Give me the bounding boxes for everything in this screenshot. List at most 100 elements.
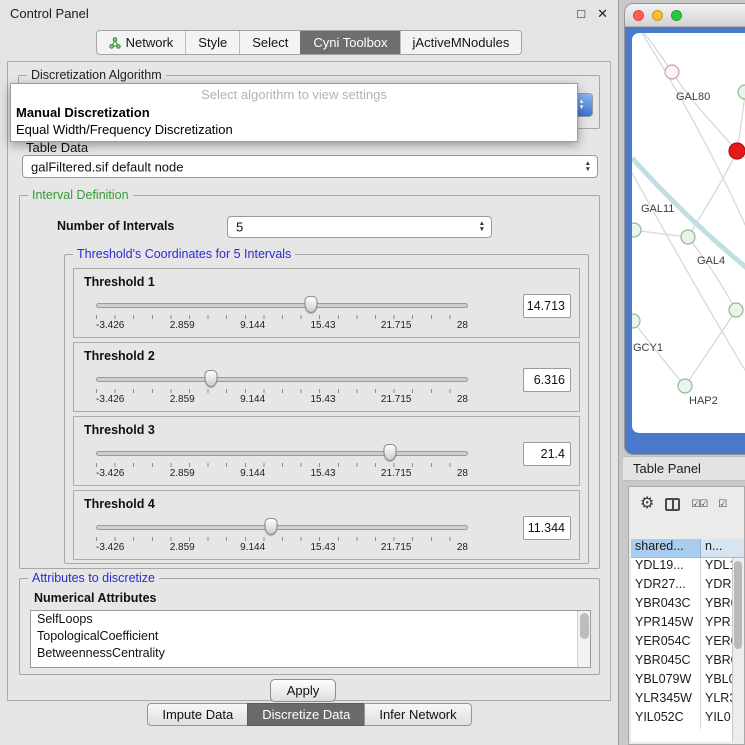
threshold-label: Threshold 1 [84, 275, 155, 289]
table-cell[interactable]: YDR27... [631, 577, 701, 596]
network-node[interactable] [632, 314, 640, 328]
threshold-4-value-input[interactable] [523, 516, 571, 540]
tab-jactivemnodules[interactable]: jActiveMNodules [400, 31, 522, 54]
select-columns-icon[interactable] [665, 498, 680, 511]
slider-ticks [96, 463, 468, 467]
network-icon [109, 37, 121, 49]
number-of-intervals-select[interactable]: 5 ▲▼ [227, 216, 492, 238]
float-window-icon[interactable]: □ [577, 7, 585, 20]
threshold-1-value-input[interactable] [523, 294, 571, 318]
slider-scale: -3.426 2.859 9.144 15.43 21.715 28 [96, 468, 468, 479]
list-item[interactable]: SelfLoops [31, 611, 590, 628]
list-scrollbar[interactable] [577, 611, 590, 667]
threshold-3-slider[interactable]: -3.426 2.859 9.144 15.43 21.715 28 [96, 444, 468, 482]
node-label: GAL11 [641, 203, 674, 215]
scale-label: 21.715 [381, 468, 412, 479]
tab-cyni-toolbox[interactable]: Cyni Toolbox [300, 31, 399, 54]
slider-ticks [96, 537, 468, 541]
tab-impute-data[interactable]: Impute Data [147, 703, 248, 726]
select-all-rows-icon[interactable]: ☑☑ [691, 499, 707, 510]
table-cell[interactable]: YBR043C [631, 596, 701, 615]
scale-label: 21.715 [381, 394, 412, 405]
table-data-select[interactable]: galFiltered.sif default node ▲▼ [22, 155, 598, 178]
tab-label: Cyni Toolbox [313, 35, 387, 50]
table-row[interactable]: YER054CYER0 [631, 634, 744, 653]
number-of-intervals-value: 5 [236, 220, 243, 235]
combo-arrows-icon: ▲▼ [578, 99, 584, 111]
list-item[interactable]: BetweennessCentrality [31, 645, 590, 662]
threshold-3-value-input[interactable] [523, 442, 571, 466]
table-row[interactable]: YIL052CYIL0 [631, 710, 744, 729]
numerical-attributes-label: Numerical Attributes [34, 591, 156, 605]
network-node[interactable] [632, 223, 641, 237]
tab-infer-network[interactable]: Infer Network [364, 703, 471, 726]
slider-scale: -3.426 2.859 9.144 15.43 21.715 28 [96, 542, 468, 553]
table-cell[interactable]: YIL052C [631, 710, 701, 729]
table-cell[interactable]: YLR345W [631, 691, 701, 710]
scale-label: 21.715 [381, 542, 412, 553]
scale-label: 28 [457, 320, 468, 331]
table-row[interactable]: YPR145WYPR1 [631, 615, 744, 634]
selected-network-node[interactable] [729, 143, 745, 159]
tab-network[interactable]: Network [97, 31, 186, 54]
scale-label: 2.859 [170, 394, 195, 405]
combo-arrows-icon[interactable]: ▲▼ [479, 221, 485, 233]
threshold-4-slider[interactable]: -3.426 2.859 9.144 15.43 21.715 28 [96, 518, 468, 556]
table-cell[interactable]: YER054C [631, 634, 701, 653]
tab-label: jActiveMNodules [413, 35, 510, 50]
combo-arrows-icon[interactable]: ▲▼ [585, 161, 591, 173]
threshold-2-slider[interactable]: -3.426 2.859 9.144 15.43 21.715 28 [96, 370, 468, 408]
close-traffic-light-icon[interactable] [633, 10, 644, 21]
group-title: Interval Definition [28, 188, 133, 202]
scrollbar-thumb[interactable] [580, 613, 589, 639]
network-canvas[interactable]: GAL80 GAL11 GAL4 GCY1 HAP2 [632, 33, 745, 433]
dropdown-option-equal-width-frequency[interactable]: Equal Width/Frequency Discretization [11, 121, 577, 138]
column-header-name[interactable]: n... [701, 539, 744, 558]
scale-label: 15.43 [311, 542, 336, 553]
table-row[interactable]: YLR345WYLR3 [631, 691, 744, 710]
slider-thumb[interactable] [383, 444, 396, 461]
deselect-rows-icon[interactable]: ☑ [718, 499, 726, 510]
tab-select[interactable]: Select [239, 31, 300, 54]
network-node[interactable] [665, 65, 679, 79]
tab-style[interactable]: Style [185, 31, 239, 54]
algorithm-dropdown-popup: Select algorithm to view settings Manual… [10, 83, 578, 142]
table-row[interactable]: YBR045CYBR0 [631, 653, 744, 672]
network-node[interactable] [738, 85, 745, 99]
close-window-icon[interactable]: ✕ [597, 7, 608, 20]
slider-thumb[interactable] [264, 518, 277, 535]
dropdown-option-manual-discretization[interactable]: Manual Discretization [11, 104, 577, 121]
slider-thumb[interactable] [205, 370, 218, 387]
table-scrollbar[interactable] [732, 558, 744, 742]
minimize-traffic-light-icon[interactable] [652, 10, 663, 21]
table-cell[interactable]: YBR045C [631, 653, 701, 672]
threshold-1-slider[interactable]: -3.426 2.859 9.144 15.43 21.715 28 [96, 296, 468, 334]
slider-track [96, 377, 468, 382]
slider-ticks [96, 315, 468, 319]
zoom-traffic-light-icon[interactable] [671, 10, 682, 21]
scale-label: 15.43 [311, 320, 336, 331]
network-node[interactable] [729, 303, 743, 317]
table-row[interactable]: YDL19...YDL1 [631, 558, 744, 577]
table-cell[interactable]: YDL19... [631, 558, 701, 577]
slider-thumb[interactable] [304, 296, 317, 313]
tab-discretize-data[interactable]: Discretize Data [247, 703, 365, 726]
threshold-label: Threshold 4 [84, 497, 155, 511]
table-row[interactable]: YBR043CYBR0 [631, 596, 744, 615]
tab-label: Style [198, 35, 227, 50]
settings-gear-icon[interactable]: ⚙ [640, 496, 654, 512]
scale-label: 2.859 [170, 542, 195, 553]
table-panel: ⚙ ☑☑ ☑ shared... n... YDL19...YDL1 YDR27… [628, 486, 745, 745]
threshold-3-block: Threshold 3 -3.426 2.859 9.144 15.43 21.… [73, 416, 580, 486]
column-header-shared-name[interactable]: shared... [631, 539, 701, 558]
table-row[interactable]: YDR27...YDR2 [631, 577, 744, 596]
apply-button[interactable]: Apply [270, 679, 336, 702]
table-cell[interactable]: YBL079W [631, 672, 701, 691]
network-node[interactable] [681, 230, 695, 244]
network-node[interactable] [678, 379, 692, 393]
list-item[interactable]: TopologicalCoefficient [31, 628, 590, 645]
table-row[interactable]: YBL079WYBL0 [631, 672, 744, 691]
threshold-2-value-input[interactable] [523, 368, 571, 392]
table-cell[interactable]: YPR145W [631, 615, 701, 634]
scrollbar-thumb[interactable] [734, 561, 742, 649]
